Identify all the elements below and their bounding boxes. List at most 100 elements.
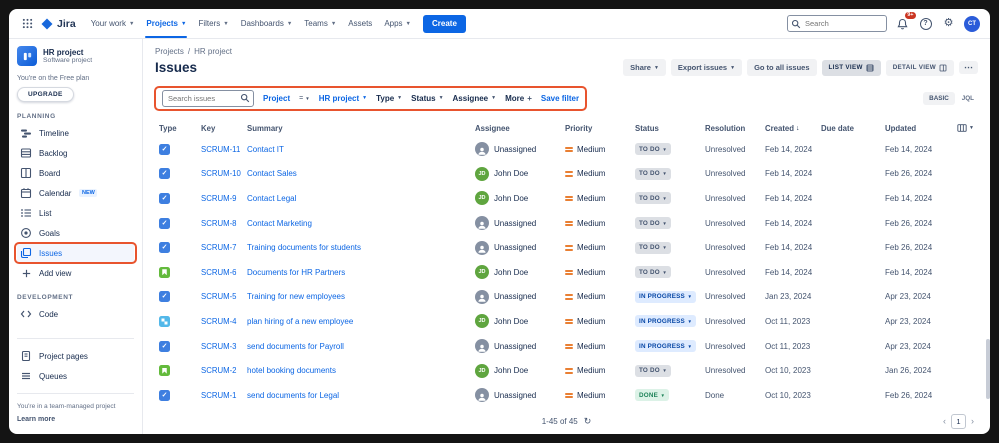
table-row[interactable]: SCRUM-11 Contact IT Unassigned Medium TO…	[155, 137, 978, 162]
export-issues-button[interactable]: Export issues ▼	[670, 59, 743, 76]
table-row[interactable]: SCRUM-3 send documents for Payroll Unass…	[155, 334, 978, 359]
status-dropdown[interactable]: TO DO ▼	[635, 364, 671, 377]
status-dropdown[interactable]: TO DO ▼	[635, 192, 671, 205]
jira-logo[interactable]: Jira	[38, 9, 85, 38]
table-row[interactable]: SCRUM-10 Contact Sales JD John Doe Mediu…	[155, 162, 978, 187]
table-row[interactable]: SCRUM-8 Contact Marketing Unassigned Med…	[155, 211, 978, 236]
save-filter-button[interactable]: Save filter	[541, 94, 579, 103]
issue-summary-link[interactable]: plan hiring of a new employee	[247, 317, 353, 326]
issue-summary-link[interactable]: send documents for Payroll	[247, 342, 344, 351]
issue-summary-link[interactable]: Contact Marketing	[247, 219, 312, 228]
issue-key-link[interactable]: SCRUM-4	[201, 317, 237, 326]
issue-summary-link[interactable]: Training for new employees	[247, 292, 345, 301]
upgrade-button[interactable]: UPGRADE	[17, 87, 74, 102]
table-row[interactable]: SCRUM-5 Training for new employees Unass…	[155, 285, 978, 310]
column-header-summary[interactable]: Summary	[247, 124, 475, 133]
nav-dashboards[interactable]: Dashboards ▼	[235, 9, 299, 38]
share-button[interactable]: Share ▼	[623, 59, 666, 76]
sidebar-item-code[interactable]: Code	[17, 304, 134, 324]
column-header-status[interactable]: Status	[635, 124, 705, 133]
status-dropdown[interactable]: IN PROGRESS ▼	[635, 290, 697, 303]
more-options-button[interactable]: ⋯	[959, 60, 978, 75]
issue-key-link[interactable]: SCRUM-2	[201, 366, 237, 375]
status-filter-dropdown[interactable]: Status ▼	[411, 94, 443, 103]
issue-key-link[interactable]: SCRUM-11	[201, 145, 240, 154]
issue-key-link[interactable]: SCRUM-5	[201, 292, 237, 301]
column-header-updated[interactable]: Updated	[885, 124, 951, 133]
nav-projects[interactable]: Projects ▼	[140, 9, 192, 38]
add-view-button[interactable]: Add view	[17, 263, 134, 283]
sidebar-item-project-pages[interactable]: Project pages	[17, 346, 134, 366]
table-row[interactable]: SCRUM-4 plan hiring of a new employee JD…	[155, 309, 978, 334]
issue-key-link[interactable]: SCRUM-10	[201, 169, 241, 178]
table-row[interactable]: SCRUM-9 Contact Legal JD John Doe Medium…	[155, 186, 978, 211]
project-value-dropdown[interactable]: HR project ▼	[319, 94, 367, 103]
sidebar-item-board[interactable]: Board	[17, 163, 134, 183]
sidebar-item-list[interactable]: List	[17, 203, 134, 223]
nav-filters[interactable]: Filters ▼	[192, 9, 234, 38]
help-button[interactable]: ?	[918, 16, 933, 32]
table-row[interactable]: SCRUM-1 send documents for Legal Unassig…	[155, 383, 978, 408]
status-dropdown[interactable]: TO DO ▼	[635, 167, 671, 180]
jql-mode-button[interactable]: JQL	[958, 92, 978, 105]
nav-apps[interactable]: Apps ▼	[378, 9, 417, 38]
issue-key-link[interactable]: SCRUM-9	[201, 194, 237, 203]
notifications-button[interactable]: 9+	[895, 11, 916, 32]
project-operator-dropdown[interactable]: = ▼	[299, 95, 310, 102]
issue-summary-link[interactable]: Documents for HR Partners	[247, 268, 345, 277]
issue-summary-link[interactable]: Contact Sales	[247, 169, 297, 178]
assignee-filter-dropdown[interactable]: Assignee ▼	[453, 94, 497, 103]
create-button[interactable]: Create	[423, 14, 466, 33]
issue-key-link[interactable]: SCRUM-7	[201, 243, 237, 252]
column-header-key[interactable]: Key	[201, 124, 247, 133]
basic-mode-button[interactable]: BASIC	[923, 91, 955, 105]
column-header-resolution[interactable]: Resolution	[705, 124, 765, 133]
user-avatar[interactable]: CT	[964, 15, 980, 32]
column-header-assignee[interactable]: Assignee	[475, 124, 565, 133]
refresh-icon[interactable]: ↻	[584, 416, 592, 427]
column-header-type[interactable]: Type	[155, 124, 201, 133]
breadcrumb-project-link[interactable]: HR project	[194, 47, 232, 56]
table-row[interactable]: SCRUM-6 Documents for HR Partners JD Joh…	[155, 260, 978, 285]
status-dropdown[interactable]: TO DO ▼	[635, 143, 671, 156]
status-dropdown[interactable]: TO DO ▼	[635, 217, 671, 230]
column-settings-button[interactable]: ▼	[957, 123, 978, 133]
issue-key-link[interactable]: SCRUM-8	[201, 219, 237, 228]
more-filters-button[interactable]: More +	[505, 94, 532, 103]
issue-summary-link[interactable]: Training documents for students	[247, 243, 361, 252]
page-number-button[interactable]: 1	[951, 413, 966, 429]
list-view-toggle[interactable]: LIST VIEW	[821, 59, 881, 76]
status-dropdown[interactable]: IN PROGRESS ▼	[635, 340, 697, 353]
breadcrumb-projects-link[interactable]: Projects	[155, 47, 184, 56]
issue-summary-link[interactable]: hotel booking documents	[247, 366, 336, 375]
sidebar-item-calendar[interactable]: Calendar NEW	[17, 183, 134, 203]
sidebar-item-backlog[interactable]: Backlog	[17, 143, 134, 163]
next-page-button[interactable]: ›	[971, 416, 974, 426]
table-row[interactable]: SCRUM-7 Training documents for students …	[155, 235, 978, 260]
app-switcher-icon[interactable]	[17, 9, 38, 38]
nav-assets[interactable]: Assets	[342, 9, 378, 38]
issue-key-link[interactable]: SCRUM-3	[201, 342, 237, 351]
issue-key-link[interactable]: SCRUM-6	[201, 268, 237, 277]
status-dropdown[interactable]: DONE ▼	[635, 389, 670, 402]
learn-more-link[interactable]: Learn more	[17, 416, 134, 423]
sidebar-item-queues[interactable]: Queues	[17, 366, 134, 386]
previous-page-button[interactable]: ‹	[943, 416, 946, 426]
project-filter-label[interactable]: Project	[263, 94, 290, 103]
issue-summary-link[interactable]: send documents for Legal	[247, 391, 339, 400]
issue-summary-link[interactable]: Contact Legal	[247, 194, 296, 203]
sidebar-item-timeline[interactable]: Timeline	[17, 123, 134, 143]
sidebar-item-goals[interactable]: Goals	[17, 223, 134, 243]
sidebar-item-issues[interactable]: Issues	[14, 242, 137, 264]
table-row[interactable]: SCRUM-2 hotel booking documents JD John …	[155, 358, 978, 383]
project-header[interactable]: HR project Software project	[17, 46, 134, 66]
status-dropdown[interactable]: TO DO ▼	[635, 266, 671, 279]
vertical-scrollbar[interactable]	[986, 339, 990, 399]
status-dropdown[interactable]: TO DO ▼	[635, 241, 671, 254]
column-header-created[interactable]: Created ↓	[765, 124, 821, 133]
issue-summary-link[interactable]: Contact IT	[247, 145, 284, 154]
nav-teams[interactable]: Teams ▼	[298, 9, 342, 38]
go-to-all-issues-button[interactable]: Go to all issues	[747, 59, 817, 76]
column-header-due-date[interactable]: Due date	[821, 124, 885, 133]
settings-button[interactable]: ⚙	[941, 16, 956, 32]
